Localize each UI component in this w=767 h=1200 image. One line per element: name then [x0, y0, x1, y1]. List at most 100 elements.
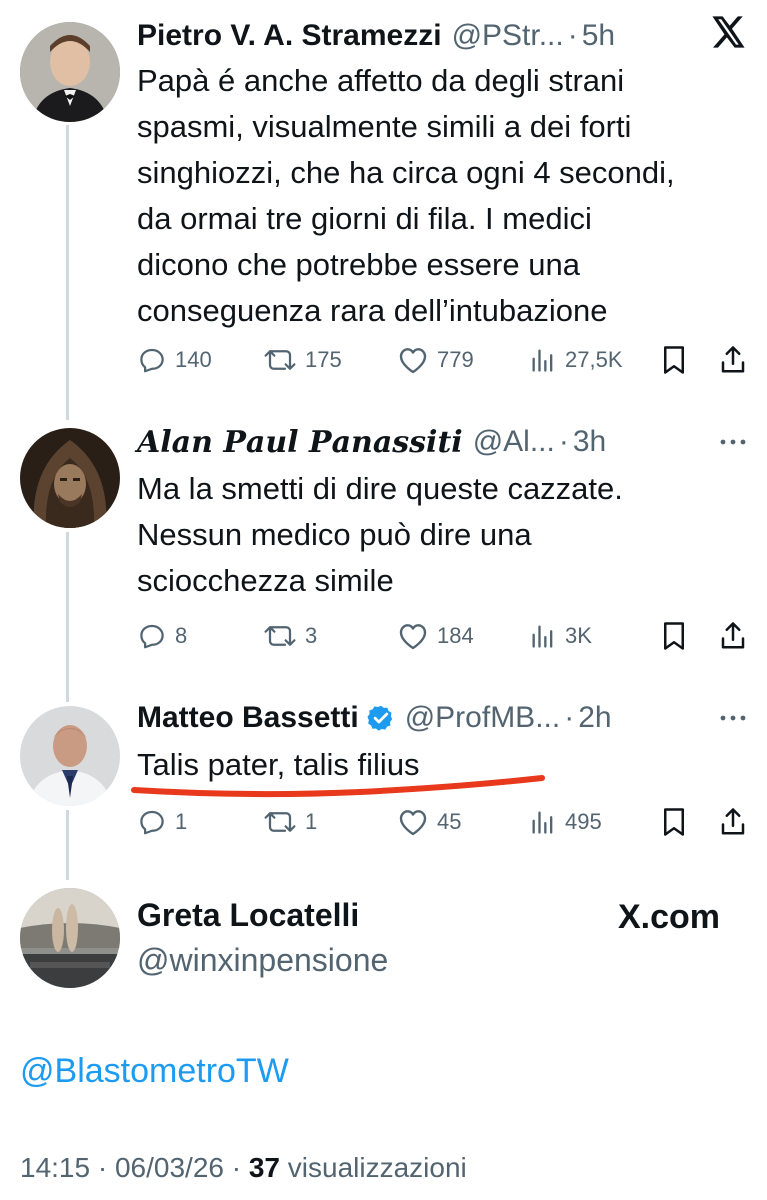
tweet-text-line: dicono che potrebbe essere una — [137, 247, 580, 282]
tweet-actions: 1 1 45 495 — [137, 802, 747, 842]
share-button[interactable] — [719, 802, 747, 842]
reply-button[interactable]: 8 — [137, 616, 187, 656]
like-count: 45 — [437, 809, 462, 834]
tweet-text-line: Papà é anche affetto da degli strani — [137, 63, 625, 98]
tweet-text-line: sciocchezza simile — [137, 563, 394, 598]
views-button[interactable]: 3K — [529, 616, 592, 656]
account-name[interactable]: Greta Locatelli — [137, 897, 359, 934]
retweet-count: 3 — [305, 623, 318, 648]
thread-connector-line — [66, 810, 69, 880]
like-button[interactable]: 45 — [397, 802, 461, 842]
post-footer: 14:15 · 06/03/26 · 37 visualizzazioni — [20, 1152, 467, 1184]
user-handle[interactable]: @ProfMB... — [405, 701, 560, 735]
more-icon[interactable] — [718, 708, 748, 733]
avatar[interactable] — [20, 706, 120, 806]
share-button[interactable] — [719, 340, 747, 380]
user-handle[interactable]: @Al... — [473, 425, 555, 459]
thread-connector-line — [66, 532, 69, 702]
x-com-label[interactable]: X.com — [618, 898, 720, 937]
display-name[interactable]: Matteo Bassetti — [137, 701, 359, 735]
separator-dot: · — [231, 1152, 242, 1183]
like-icon — [399, 348, 427, 374]
reply-icon — [140, 810, 164, 835]
tweet-text: Papà é anche affetto da degli strani spa… — [137, 58, 675, 334]
views-count: 3K — [565, 623, 592, 648]
separator-dot: · — [564, 701, 575, 734]
like-count: 184 — [437, 623, 474, 648]
like-button[interactable]: 779 — [397, 340, 474, 380]
tweet-text-line: conseguenza rara dell’intubazione — [137, 293, 608, 328]
views-count: 27,5K — [565, 347, 623, 372]
bookmark-button[interactable] — [661, 616, 687, 656]
timestamp[interactable]: 3h — [573, 425, 606, 459]
retweet-button[interactable]: 175 — [263, 340, 342, 380]
views-button[interactable]: 27,5K — [529, 340, 623, 380]
tweet-header: 𝑨𝒍𝒂𝒏 𝑷𝒂𝒖𝒍 𝑷𝒂𝒏𝒂𝒔𝒔𝒊𝒕𝒊 @Al... · 3h — [137, 422, 606, 462]
reply-count: 140 — [175, 347, 212, 372]
bookmark-icon — [664, 622, 684, 650]
x-logo-icon[interactable] — [712, 16, 746, 53]
share-icon — [721, 346, 745, 373]
reply-count: 8 — [175, 623, 188, 648]
retweet-count: 1 — [305, 809, 318, 834]
account-handle[interactable]: @winxinpensione — [137, 942, 388, 979]
views-icon — [532, 625, 553, 648]
post-date[interactable]: 06/03/26 — [115, 1152, 224, 1183]
user-handle[interactable]: @PStr... — [452, 19, 564, 53]
tweet-text: Ma la smetti di dire queste cazzate. Nes… — [137, 466, 623, 604]
tweet-text-line: Ma la smetti di dire queste cazzate. — [137, 471, 623, 506]
red-underline-annotation — [131, 775, 545, 798]
views-icon — [532, 349, 553, 372]
thread-connector-line — [66, 125, 69, 420]
avatar[interactable] — [20, 428, 120, 528]
bookmark-button[interactable] — [661, 340, 687, 380]
retweet-button[interactable]: 3 — [263, 616, 317, 656]
tweet-actions: 8 3 184 3K — [137, 616, 747, 656]
share-icon — [721, 808, 745, 835]
display-name[interactable]: Pietro V. A. Stramezzi — [137, 19, 442, 53]
views-count: 495 — [565, 809, 602, 834]
more-icon[interactable] — [718, 432, 748, 457]
reply-icon — [140, 624, 164, 649]
separator-dot: · — [558, 425, 569, 458]
post-time[interactable]: 14:15 — [20, 1152, 90, 1183]
share-button[interactable] — [719, 616, 747, 656]
mention-link[interactable]: @BlastometroTW — [20, 1052, 289, 1091]
avatar[interactable] — [20, 22, 120, 122]
like-count: 779 — [437, 347, 474, 372]
retweet-icon — [264, 626, 296, 646]
tweet-header: Pietro V. A. Stramezzi @PStr... · 5h — [137, 16, 615, 56]
retweet-count: 175 — [305, 347, 342, 372]
tweet-text-line: spasmi, visualmente simili a dei forti — [137, 109, 632, 144]
verified-badge-icon — [367, 705, 392, 731]
reply-icon — [140, 348, 164, 373]
tweet-text-line: da ormai tre giorni di fila. I medici — [137, 201, 592, 236]
reply-count: 1 — [175, 809, 188, 834]
views-label: visualizzazioni — [287, 1152, 467, 1183]
views-icon — [532, 811, 553, 834]
share-icon — [721, 622, 745, 649]
bookmark-button[interactable] — [661, 802, 687, 842]
like-icon — [399, 624, 427, 650]
views-total: 37 — [248, 1152, 281, 1183]
tweet-text-line: singhiozzi, che ha circa ogni 4 secondi, — [137, 155, 675, 190]
reply-button[interactable]: 140 — [137, 340, 212, 380]
views-button[interactable]: 495 — [529, 802, 602, 842]
retweet-icon — [264, 812, 296, 832]
retweet-icon — [264, 350, 296, 370]
retweet-button[interactable]: 1 — [263, 802, 317, 842]
tweet-actions: 140 175 779 27,5K — [137, 340, 747, 380]
reply-button[interactable]: 1 — [137, 802, 187, 842]
tweet-text-line: Nessun medico può dire una — [137, 517, 532, 552]
timestamp[interactable]: 2h — [578, 701, 611, 735]
tweet-header: Matteo Bassetti @ProfMB... · 2h — [137, 698, 612, 738]
like-icon — [399, 810, 427, 836]
separator-dot: · — [567, 19, 578, 52]
display-name[interactable]: 𝑨𝒍𝒂𝒏 𝑷𝒂𝒖𝒍 𝑷𝒂𝒏𝒂𝒔𝒔𝒊𝒕𝒊 — [137, 425, 463, 460]
bookmark-icon — [664, 808, 684, 836]
avatar[interactable] — [20, 888, 120, 988]
like-button[interactable]: 184 — [397, 616, 474, 656]
bookmark-icon — [664, 346, 684, 374]
timestamp[interactable]: 5h — [582, 19, 615, 53]
separator-dot: · — [97, 1152, 108, 1183]
